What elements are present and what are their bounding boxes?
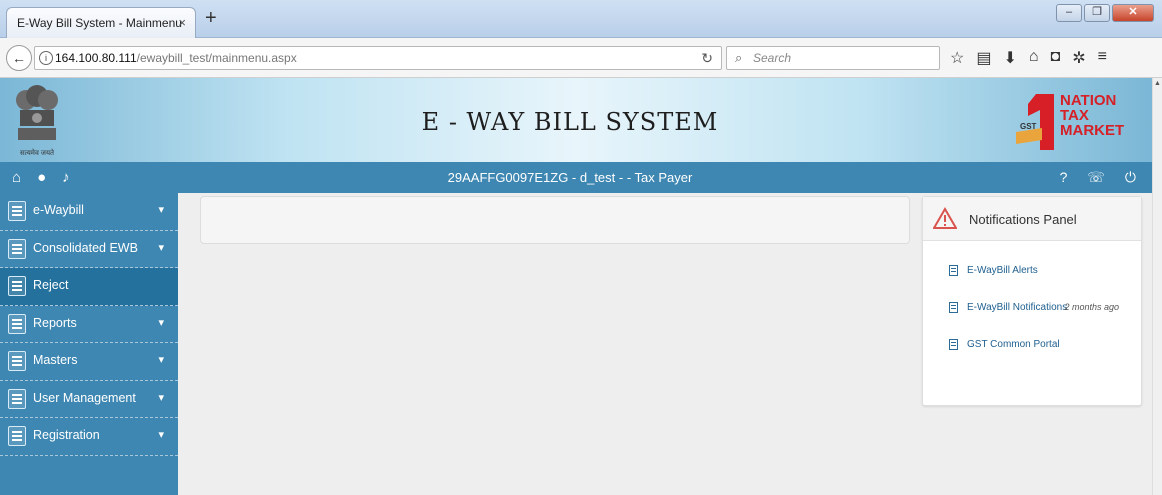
emblem-caption: सत्यमेव जयते (19, 150, 55, 157)
sidebar-item-masters[interactable]: Masters ▾ (0, 343, 178, 381)
close-window-button[interactable]: ✕ (1112, 4, 1154, 22)
emblem-icon (16, 85, 58, 140)
document-icon (8, 201, 26, 221)
sidebar-item-label: Reports (33, 315, 77, 330)
brand-gst-text: GST (1020, 122, 1037, 131)
sidebar-item-user-management[interactable]: User Management ▾ (0, 381, 178, 418)
scroll-up-icon[interactable]: ▲ (1154, 80, 1161, 87)
home-icon[interactable]: ⌂ (1029, 48, 1039, 68)
notification-item[interactable]: E-WayBill Notifications 2 months ago (923, 302, 1141, 339)
help-icon[interactable]: ? (1060, 169, 1068, 186)
sidebar-item-reports[interactable]: Reports ▾ (0, 306, 178, 343)
clipboard-icon (8, 238, 26, 259)
userbar-right-icons: ? ☏ ⏻ (1060, 169, 1136, 186)
arrow-left-icon: ← (12, 50, 26, 66)
notification-item[interactable]: GST Common Portal (923, 339, 1141, 376)
hamburger-menu-icon[interactable]: ≡ (1098, 48, 1107, 68)
sidebar-item-consolidated-ewb[interactable]: Consolidated EWB ▾ (0, 231, 178, 268)
document-icon (949, 302, 958, 313)
back-button[interactable]: ← (6, 45, 32, 71)
users-icon (8, 388, 26, 409)
reload-icon[interactable]: ↻ (701, 50, 713, 67)
browser-navbar: ← i 164.100.80.111/ewaybill_test/mainmen… (0, 38, 1162, 78)
chevron-down-icon: ▾ (158, 391, 164, 404)
national-emblem: सत्यमेव जयते (12, 82, 62, 158)
url-bar[interactable]: i 164.100.80.111/ewaybill_test/mainmenu.… (34, 46, 722, 70)
reject-document-icon (8, 276, 26, 296)
registration-icon (8, 426, 26, 446)
bell-icon[interactable]: ♪ (62, 169, 70, 186)
sidebar-item-e-waybill[interactable]: e-Waybill ▾ (0, 193, 178, 231)
browser-tab[interactable]: E-Way Bill System - Mainmenu × (6, 7, 196, 38)
bookmark-star-icon[interactable]: ☆ (950, 48, 964, 68)
userbar-left-icons: ⌂ ● ♪ (12, 169, 70, 186)
browser-toolbar: ☆ ▤ ⬇ ⌂ ◘ ✲ ≡ (950, 48, 1107, 68)
chevron-down-icon: ▾ (158, 354, 164, 366)
notifications-title: Notifications Panel (969, 212, 1077, 227)
restore-button[interactable]: ❐ (1084, 4, 1110, 22)
info-icon[interactable]: i (39, 51, 53, 65)
browser-titlebar: E-Way Bill System - Mainmenu × + – ❐ ✕ (0, 0, 1162, 38)
masters-icon (8, 351, 26, 371)
download-icon[interactable]: ⬇ (1003, 48, 1016, 68)
url-host: 164.100.80.111 (55, 51, 137, 65)
sidebar-item-label: Masters (33, 353, 78, 367)
page-title: E - WAY BILL SYSTEM (421, 108, 719, 136)
sidebar-item-label: Consolidated EWB (33, 240, 138, 255)
user-icon[interactable]: ● (37, 169, 46, 186)
brand-logo: GST NATION TAX MARKET (1014, 92, 1144, 152)
sidebar-item-label: Registration (33, 428, 100, 442)
url-path: /ewaybill_test/mainmenu.aspx (136, 51, 297, 65)
notification-item[interactable]: E-WayBill Alerts (923, 265, 1141, 302)
contact-icon[interactable]: ☏ (1087, 169, 1105, 186)
notifications-panel: Notifications Panel E-WayBill Alerts E-W… (922, 196, 1142, 406)
page-scrollbar[interactable]: ▲ (1152, 78, 1162, 495)
page-root: E-Way Bill System - Mainmenu × + – ❐ ✕ ←… (0, 0, 1162, 495)
search-placeholder: Search (753, 51, 792, 65)
sidebar-item-label: User Management (33, 390, 136, 405)
user-info: 29AAFFG0097E1ZG - d_test - - Tax Payer (447, 170, 693, 185)
notification-link[interactable]: E-WayBill Alerts (967, 265, 1038, 276)
search-icon: ⌕ (735, 50, 743, 65)
app-header: सत्यमेव जयते E - WAY BILL SYSTEM GST NAT… (0, 78, 1152, 162)
notifications-header: Notifications Panel (923, 197, 1141, 241)
chevron-down-icon: ▾ (158, 241, 164, 254)
notification-link[interactable]: E-WayBill Notifications (967, 302, 1067, 313)
user-bar: ⌂ ● ♪ 29AAFFG0097E1ZG - d_test - - Tax P… (0, 162, 1152, 193)
main-content-panel (200, 196, 910, 244)
minimize-button[interactable]: – (1056, 4, 1082, 22)
sidebar-item-label: Reject (33, 278, 69, 292)
sidebar-item-registration[interactable]: Registration ▾ (0, 418, 178, 456)
report-icon (8, 313, 26, 334)
notifications-list: E-WayBill Alerts E-WayBill Notifications… (923, 241, 1141, 376)
search-input[interactable]: ⌕ Search (726, 46, 940, 70)
new-tab-button[interactable]: + (205, 8, 217, 28)
document-icon (949, 339, 958, 350)
tab-title: E-Way Bill System - Mainmenu (17, 16, 182, 30)
warning-icon (933, 207, 957, 229)
pocket-icon[interactable]: ◘ (1051, 48, 1061, 68)
chevron-down-icon: ▾ (158, 204, 164, 216)
sidebar-item-label: e-Waybill (33, 203, 84, 217)
power-icon[interactable]: ⏻ (1125, 169, 1136, 186)
chevron-down-icon: ▾ (158, 316, 164, 329)
notification-time: 2 months ago (1064, 302, 1119, 312)
close-icon[interactable]: × (178, 15, 186, 30)
chevron-down-icon: ▾ (158, 429, 164, 441)
sidebar: e-Waybill ▾ Consolidated EWB ▾ Reject Re… (0, 193, 178, 495)
home-icon[interactable]: ⌂ (12, 169, 21, 186)
sidebar-item-reject[interactable]: Reject (0, 268, 178, 306)
extension-icon[interactable]: ✲ (1072, 48, 1085, 68)
notification-link[interactable]: GST Common Portal (967, 339, 1060, 350)
brand-line-3: MARKET (1060, 122, 1125, 139)
window-controls: – ❐ ✕ (1056, 4, 1154, 22)
document-icon (949, 265, 958, 276)
reading-list-icon[interactable]: ▤ (976, 48, 991, 68)
